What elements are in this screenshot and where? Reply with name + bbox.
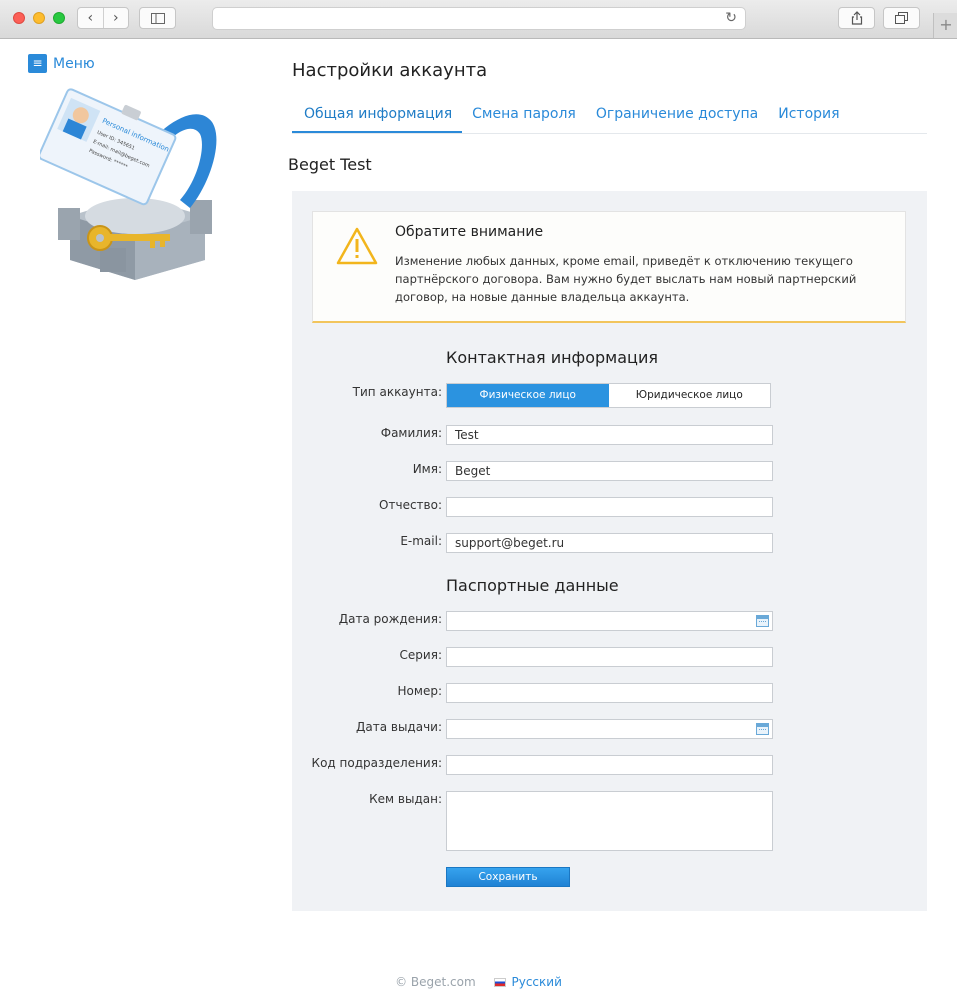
hamburger-icon: ≡ (28, 54, 47, 73)
show-tabs-button[interactable] (883, 7, 920, 29)
calendar-icon[interactable] (756, 723, 769, 735)
menu-label: Меню (53, 55, 95, 72)
account-name: Beget Test (288, 155, 372, 174)
warning-title: Обратите внимание (395, 224, 544, 240)
account-type-toggle: Физическое лицо Юридическое лицо (446, 383, 771, 408)
middle-name-label: Отчество: (379, 498, 442, 512)
issue-date-input[interactable] (446, 719, 773, 739)
account-type-label: Тип аккаунта: (352, 385, 442, 399)
issue-date-row: Дата выдачи: (292, 719, 927, 739)
issue-date-label: Дата выдачи: (355, 720, 442, 734)
share-button[interactable] (838, 7, 875, 29)
tabs-icon (895, 12, 908, 24)
series-label: Серия: (399, 648, 442, 662)
email-row: E-mail: support@beget.ru (292, 533, 927, 553)
russian-flag-icon (493, 978, 506, 987)
last-name-label: Фамилия: (380, 426, 442, 440)
sidebar-icon (150, 12, 165, 24)
contact-section-title: Контактная информация (446, 348, 658, 367)
passport-section-title: Паспортные данные (446, 576, 619, 595)
birth-date-label: Дата рождения: (338, 612, 442, 626)
account-type-legal-entity[interactable]: Юридическое лицо (609, 384, 771, 407)
account-badge-illustration: Personal information User ID: 345651 E-m… (40, 88, 217, 280)
id-card-graphic: Personal information User ID: 345651 E-m… (40, 88, 177, 206)
birth-date-row: Дата рождения: (292, 611, 927, 631)
division-code-row: Код подразделения: (292, 755, 927, 775)
issued-by-label: Кем выдан: (369, 792, 442, 806)
series-input[interactable] (446, 647, 773, 667)
warning-notice: Обратите внимание Изменение любых данных… (312, 211, 906, 323)
last-name-input[interactable]: Test (446, 425, 773, 445)
division-code-input[interactable] (446, 755, 773, 775)
middle-name-row: Отчество: (292, 497, 927, 517)
number-label: Номер: (397, 684, 442, 698)
first-name-row: Имя: Beget (292, 461, 927, 481)
new-tab-button[interactable]: + (933, 13, 957, 38)
tab-access-restriction[interactable]: Ограничение доступа (586, 96, 768, 133)
issued-by-row: Кем выдан: (292, 791, 927, 851)
settings-tabs: Общая информация Смена пароля Ограничени… (292, 96, 927, 134)
calendar-icon[interactable] (756, 615, 769, 627)
last-name-row: Фамилия: Test (292, 425, 927, 445)
account-type-individual[interactable]: Физическое лицо (447, 384, 609, 407)
issued-by-textarea[interactable] (446, 791, 773, 851)
address-bar[interactable]: ↻ (212, 7, 746, 30)
email-label: E-mail: (400, 534, 442, 548)
back-button[interactable]: ‹ (78, 8, 104, 28)
number-row: Номер: (292, 683, 927, 703)
save-button[interactable]: Сохранить (446, 867, 570, 887)
close-window-button[interactable] (13, 12, 25, 24)
warning-text: Изменение любых данных, кроме email, при… (395, 254, 857, 304)
tab-history[interactable]: История (768, 96, 849, 133)
tab-change-password[interactable]: Смена пароля (462, 96, 586, 133)
footer: © Beget.com Русский (0, 975, 957, 989)
first-name-label: Имя: (412, 462, 442, 476)
zoom-window-button[interactable] (53, 12, 65, 24)
series-row: Серия: (292, 647, 927, 667)
account-form-panel: Обратите внимание Изменение любых данных… (292, 191, 927, 911)
number-input[interactable] (446, 683, 773, 703)
division-code-label: Код подразделения: (311, 756, 442, 770)
sidebar-toggle-button[interactable] (139, 7, 176, 29)
reload-icon[interactable]: ↻ (725, 10, 737, 26)
email-input[interactable]: support@beget.ru (446, 533, 773, 553)
first-name-input[interactable]: Beget (446, 461, 773, 481)
minimize-window-button[interactable] (33, 12, 45, 24)
tab-general-info[interactable]: Общая информация (292, 96, 463, 133)
language-link[interactable]: Русский (512, 975, 562, 989)
warning-icon (336, 227, 378, 265)
history-nav-group: ‹ › (77, 7, 129, 29)
browser-toolbar: ‹ › ↻ + (0, 0, 957, 39)
menu-button[interactable]: ≡ Меню (28, 54, 95, 73)
forward-button[interactable]: › (104, 8, 129, 28)
birth-date-input[interactable] (446, 611, 773, 631)
copyright: © Beget.com (395, 975, 476, 989)
share-icon (851, 11, 862, 25)
page-title: Настройки аккаунта (292, 60, 488, 81)
middle-name-input[interactable] (446, 497, 773, 517)
account-type-row: Тип аккаунта: Физическое лицо Юридическо… (292, 383, 927, 408)
